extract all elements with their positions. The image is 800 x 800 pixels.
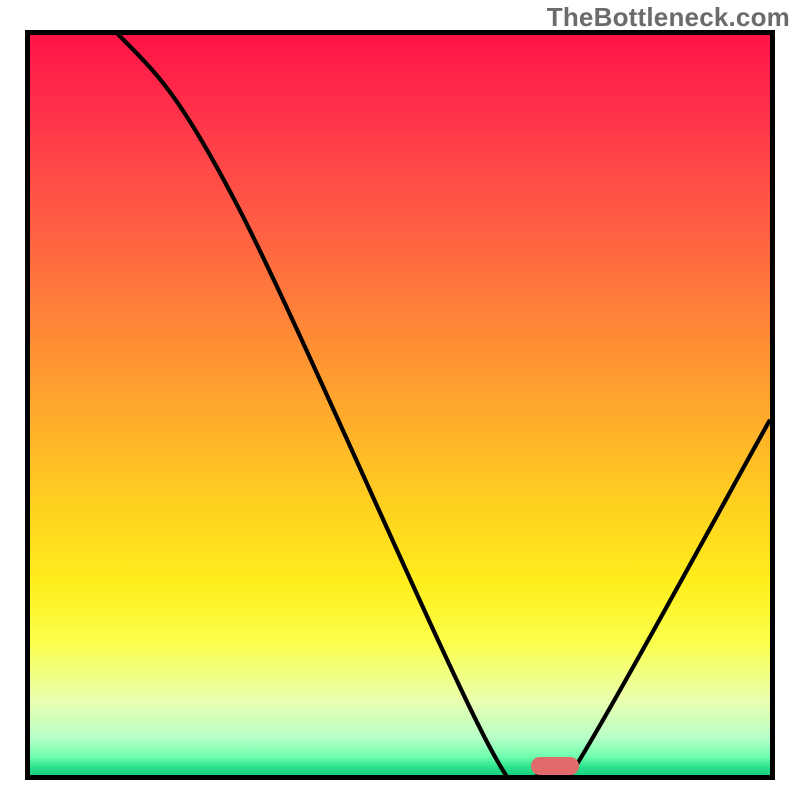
- chart-wrapper: TheBottleneck.com: [0, 0, 800, 800]
- bottleneck-curve-path: [30, 35, 770, 775]
- curve-svg: [30, 35, 770, 775]
- watermark-text: TheBottleneck.com: [547, 2, 790, 33]
- plot-area: [25, 30, 775, 780]
- optimal-marker: [531, 757, 579, 775]
